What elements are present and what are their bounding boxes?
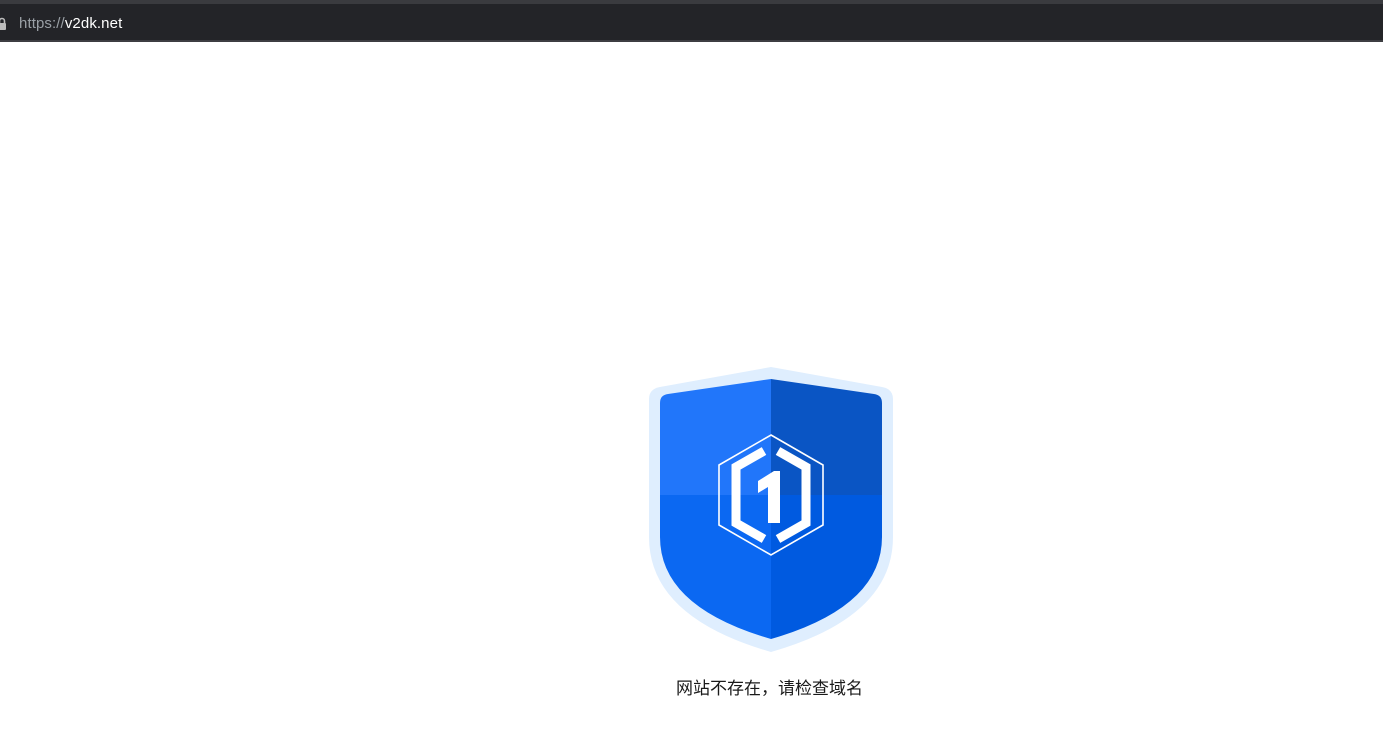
- address-bar[interactable]: https://v2dk.net: [0, 12, 122, 34]
- lock-icon[interactable]: [0, 16, 7, 30]
- page-content: 网站不存在，请检查域名: [0, 42, 1383, 735]
- error-message: 网站不存在，请检查域名: [676, 679, 863, 699]
- browser-toolbar: https://v2dk.net: [0, 0, 1383, 42]
- url-text[interactable]: https://v2dk.net: [19, 15, 122, 32]
- shield-logo-icon: [646, 367, 896, 657]
- url-host: v2dk.net: [64, 14, 123, 32]
- url-scheme: https://: [19, 14, 65, 32]
